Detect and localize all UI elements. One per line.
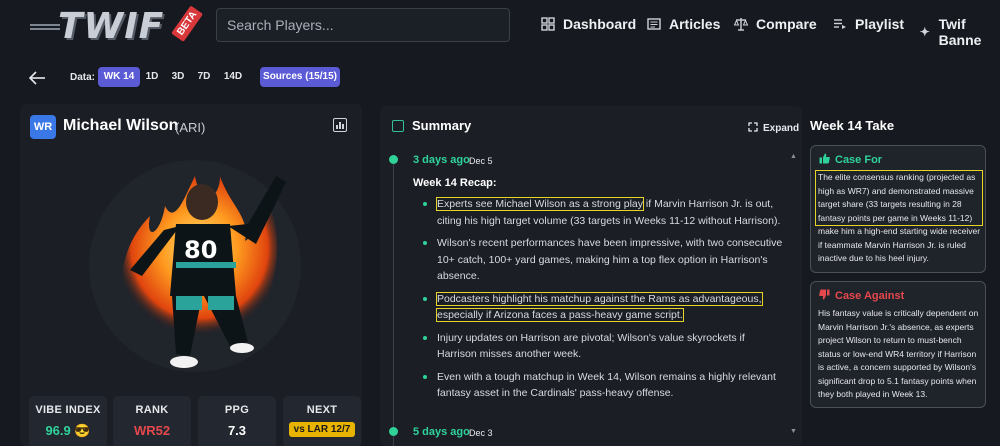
top-navbar: TWIF BETA Dashboard Articles Compare Pla… (0, 0, 1000, 52)
sources-button[interactable]: Sources (15/15) (260, 67, 340, 87)
timeline-line (393, 156, 394, 446)
grid-icon (541, 17, 555, 31)
case-for-header: Case For (819, 153, 882, 167)
recap-bullet: Injury updates on Harrison are pivotal; … (423, 330, 783, 363)
thumbs-up-icon (819, 153, 830, 167)
recap-bullet: Even with a tough matchup in Week 14, Wi… (423, 369, 783, 402)
nav-dashboard[interactable]: Dashboard (541, 16, 636, 32)
scale-icon (733, 17, 749, 31)
stat-ppg: PPG 7.3 (198, 396, 276, 446)
case-against-card: Case Against His fantasy value is critic… (810, 281, 986, 408)
stat-next: NEXT vs LAR 12/7 (283, 396, 361, 446)
nav-playlist-label: Playlist (855, 16, 905, 32)
highlighted-text: Podcasters highlight his matchup against… (436, 291, 763, 322)
logo-wave-icon (30, 24, 60, 30)
stat-label: VIBE INDEX (35, 404, 101, 416)
entry-time-ago: 5 days ago (413, 426, 470, 438)
case-for-body: The elite consensus ranking (projected a… (815, 170, 983, 266)
recap-bullet: Experts see Michael Wilson as a strong p… (423, 196, 783, 229)
player-avatar: 80 (80, 146, 310, 376)
stat-label: PPG (224, 404, 250, 416)
entry-time-ago: 3 days ago (413, 154, 470, 166)
case-against-title: Case Against (835, 290, 905, 302)
search-input[interactable] (216, 8, 510, 42)
sparkle-icon: ✦ (919, 25, 930, 39)
range-wk14-button[interactable]: WK 14 (98, 67, 140, 87)
stat-rank: RANK WR52 (113, 396, 191, 446)
recap-bullets: Experts see Michael Wilson as a strong p… (423, 196, 783, 408)
newspaper-icon (647, 17, 661, 31)
bullet-text: Wilson's recent performances have been i… (437, 237, 783, 282)
nav-articles-label: Articles (669, 16, 721, 32)
range-7d-button[interactable]: 7D (194, 67, 214, 87)
range-14d-button[interactable]: 14D (221, 67, 245, 87)
case-against-header: Case Against (819, 289, 904, 303)
case-against-body: His fantasy value is critically dependen… (818, 308, 979, 399)
range-3d-button[interactable]: 3D (168, 67, 188, 87)
nav-compare[interactable]: Compare (733, 16, 817, 32)
position-badge: WR (30, 115, 56, 139)
case-for-text: make him a high-end starting wide receiv… (818, 226, 981, 263)
nav-articles[interactable]: Articles (647, 16, 720, 32)
highlighted-text: The elite consensus ranking (projected a… (815, 170, 983, 226)
player-team: (ARI) (175, 120, 206, 135)
timeline-dot (389, 427, 398, 436)
next-game-chip[interactable]: vs LAR 12/7 (288, 422, 356, 437)
timeline-dot (389, 155, 398, 164)
range-1d-button[interactable]: 1D (142, 67, 162, 87)
summary-panel: Summary Expand 3 days ago Dec 5 Week 14 … (380, 106, 802, 446)
stat-label: RANK (135, 404, 169, 416)
take-title: Week 14 Take (810, 118, 895, 133)
nav-compare-label: Compare (756, 16, 817, 32)
ppg-value: 7.3 (227, 423, 247, 438)
nav-twif-banner-label: Twif Banne (938, 16, 982, 48)
summary-header: Summary (392, 118, 471, 133)
beta-badge: BETA (171, 5, 204, 42)
data-label: Data: (70, 72, 96, 83)
rank-value: WR52 (133, 423, 171, 438)
recap-title: Week 14 Recap: (413, 177, 497, 189)
scroll-down-icon[interactable]: ▼ (790, 428, 797, 435)
stat-value: 96.9 😎 (29, 423, 107, 439)
bullet-text: Injury updates on Harrison are pivotal; … (437, 331, 745, 361)
scroll-up-icon[interactable]: ▲ (790, 153, 797, 160)
twif-logo[interactable]: TWIF BETA (30, 5, 204, 48)
case-for-title: Case For (835, 154, 883, 166)
nav-dashboard-label: Dashboard (563, 16, 637, 32)
case-for-card: Case For The elite consensus ranking (pr… (810, 145, 986, 273)
stat-label: NEXT (306, 404, 338, 416)
summary-title: Summary (412, 118, 472, 133)
thumbs-down-icon (819, 289, 830, 303)
recap-bullet: Podcasters highlight his matchup against… (423, 291, 783, 324)
entry-date: Dec 5 (469, 156, 493, 166)
expand-label: Expand (763, 123, 800, 134)
jersey-number: 80 (184, 236, 217, 264)
bar-chart-icon[interactable] (333, 118, 347, 132)
expand-button[interactable]: Expand (748, 122, 799, 135)
vibe-value: 96.9 (45, 423, 71, 438)
player-name[interactable]: Michael Wilson (63, 117, 178, 135)
sunglasses-emoji-icon: 😎 (74, 423, 91, 438)
logo-text: TWIF (58, 6, 165, 47)
recap-bullet: Wilson's recent performances have been i… (423, 235, 783, 285)
playlist-icon (833, 17, 847, 31)
calendar-icon (392, 119, 404, 132)
entry-date: Dec 3 (469, 428, 493, 438)
expand-icon (748, 122, 758, 135)
player-card: WR Michael Wilson (ARI) 80 VIBE INDEX 96… (20, 104, 362, 446)
nav-twif-banner[interactable]: ✦ Twif Banne (919, 16, 1000, 48)
bullet-text: Even with a tough matchup in Week 14, Wi… (437, 370, 776, 400)
stat-vibe-index: VIBE INDEX 96.9 😎 (29, 396, 107, 446)
nav-playlist[interactable]: Playlist (833, 16, 904, 32)
back-arrow-icon[interactable] (28, 68, 46, 91)
highlighted-text: Experts see Michael Wilson as a strong p… (435, 197, 645, 211)
